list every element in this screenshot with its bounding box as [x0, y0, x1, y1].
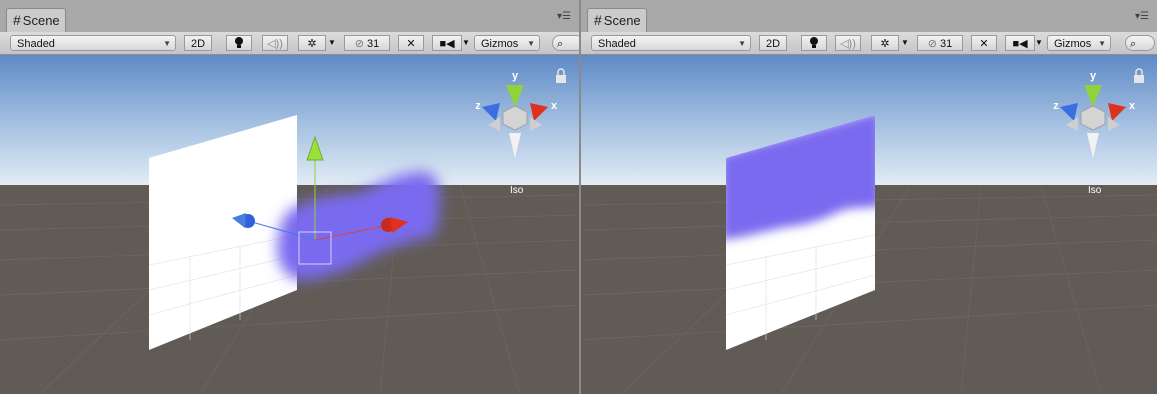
- scene-tab-label: Scene: [22, 13, 60, 28]
- chevron-down-icon: ▼: [328, 38, 336, 47]
- hidden-objects-toggle[interactable]: ⊘ 31: [917, 35, 963, 51]
- camera-dropdown[interactable]: ▼: [1035, 35, 1045, 51]
- hash-icon: #: [594, 12, 602, 28]
- gizmo-x-label: x: [551, 100, 558, 112]
- chevron-down-icon: ▼: [901, 38, 909, 47]
- hidden-count: 31: [367, 38, 380, 50]
- audio-icon: ◁)): [267, 38, 283, 50]
- chevron-down-icon: ▼: [527, 39, 535, 48]
- gizmos-dropdown[interactable]: Gizmos ▼: [474, 35, 540, 51]
- 2d-label: 2D: [190, 38, 206, 50]
- tab-bar: # Scene ▾☰: [581, 0, 1157, 32]
- projection-label[interactable]: Iso: [510, 185, 524, 196]
- 2d-toggle-button[interactable]: 2D: [759, 35, 787, 51]
- scene-views: # Scene ▾☰ Shaded ▼ 2D ◁)) ✲ ▼ ⊘ 31 ✕ ■◀ ▼…: [0, 0, 1157, 394]
- scene-toolbar: Shaded ▼ 2D ◁)) ✲ ▼ ⊘ 31 ✕ ■◀ ▼ Gizmos ▼ ⌕: [581, 32, 1157, 55]
- gizmo-z-label: z: [1053, 100, 1059, 112]
- tools-button[interactable]: ✕: [971, 35, 997, 51]
- tab-menu-icon[interactable]: ▾☰: [1135, 12, 1149, 22]
- 2d-label: 2D: [765, 38, 781, 50]
- search-icon: ⌕: [1130, 38, 1137, 50]
- tab-bar: # Scene ▾☰: [0, 0, 579, 32]
- hidden-objects-toggle[interactable]: ⊘ 31: [344, 35, 390, 51]
- hidden-objects-icon: ⊘: [354, 38, 364, 50]
- search-icon: ⌕: [557, 38, 564, 50]
- gizmo-z-label: z: [475, 100, 481, 112]
- scene-toolbar: Shaded ▼ 2D ◁)) ✲ ▼ ⊘ 31 ✕ ■◀ ▼ Gizmos ▼ ⌕: [0, 32, 579, 55]
- lighting-toggle-button[interactable]: [226, 35, 252, 51]
- camera-dropdown[interactable]: ▼: [462, 35, 472, 51]
- scene-tab[interactable]: # Scene: [587, 8, 647, 32]
- scene-viewport[interactable]: y x z Iso: [0, 55, 579, 394]
- chevron-down-icon: ▼: [1098, 39, 1106, 48]
- chevron-down-icon: ▼: [462, 38, 470, 47]
- scene-panel-left: # Scene ▾☰ Shaded ▼ 2D ◁)) ✲ ▼ ⊘ 31 ✕ ■◀ ▼…: [0, 0, 579, 394]
- gizmos-label: Gizmos: [481, 38, 519, 50]
- effects-dropdown[interactable]: ▼: [328, 35, 338, 51]
- hash-icon: #: [13, 12, 21, 28]
- camera-button[interactable]: ■◀: [1005, 35, 1035, 51]
- gizmo-y-label: y: [512, 70, 519, 82]
- camera-icon: ■◀: [439, 38, 455, 50]
- scene-canvas: y x z Iso: [0, 55, 579, 394]
- lighting-icon: [810, 37, 818, 48]
- effects-toggle-button[interactable]: ✲: [871, 35, 899, 51]
- search-input[interactable]: ⌕: [552, 35, 579, 51]
- camera-icon: ■◀: [1012, 38, 1028, 50]
- effects-icon: ✲: [307, 38, 317, 50]
- scene-panel-right: # Scene ▾☰ Shaded ▼ 2D ◁)) ✲ ▼ ⊘ 31 ✕ ■◀ ▼…: [581, 0, 1157, 394]
- draw-mode-dropdown[interactable]: Shaded ▼: [10, 35, 176, 51]
- scene-canvas: y x z Iso: [581, 55, 1157, 394]
- 2d-toggle-button[interactable]: 2D: [184, 35, 212, 51]
- hidden-count: 31: [940, 38, 953, 50]
- draw-mode-dropdown[interactable]: Shaded ▼: [591, 35, 751, 51]
- lighting-toggle-button[interactable]: [801, 35, 827, 51]
- effects-icon: ✲: [880, 38, 890, 50]
- lighting-icon: [235, 37, 243, 48]
- chevron-down-icon: ▼: [163, 39, 171, 48]
- audio-toggle-button[interactable]: ◁)): [835, 35, 861, 51]
- tab-menu-icon[interactable]: ▾☰: [557, 12, 571, 22]
- gizmos-dropdown[interactable]: Gizmos ▼: [1047, 35, 1111, 51]
- draw-mode-label: Shaded: [598, 38, 636, 50]
- gizmo-x-label: x: [1129, 100, 1136, 112]
- tools-button[interactable]: ✕: [398, 35, 424, 51]
- effects-dropdown[interactable]: ▼: [901, 35, 911, 51]
- chevron-down-icon: ▼: [1035, 38, 1043, 47]
- scene-tab[interactable]: # Scene: [6, 8, 66, 32]
- gizmo-y-label: y: [1090, 70, 1097, 82]
- scene-viewport[interactable]: y x z Iso: [581, 55, 1157, 394]
- scene-tab-label: Scene: [603, 13, 641, 28]
- tools-icon: ✕: [406, 38, 416, 50]
- draw-mode-label: Shaded: [17, 38, 55, 50]
- camera-button[interactable]: ■◀: [432, 35, 462, 51]
- tools-icon: ✕: [979, 38, 989, 50]
- gizmos-label: Gizmos: [1054, 38, 1092, 50]
- projection-label[interactable]: Iso: [1088, 185, 1102, 196]
- chevron-down-icon: ▼: [738, 39, 746, 48]
- audio-icon: ◁)): [840, 38, 856, 50]
- effects-toggle-button[interactable]: ✲: [298, 35, 326, 51]
- hidden-objects-icon: ⊘: [927, 38, 937, 50]
- audio-toggle-button[interactable]: ◁)): [262, 35, 288, 51]
- search-input[interactable]: ⌕: [1125, 35, 1155, 51]
